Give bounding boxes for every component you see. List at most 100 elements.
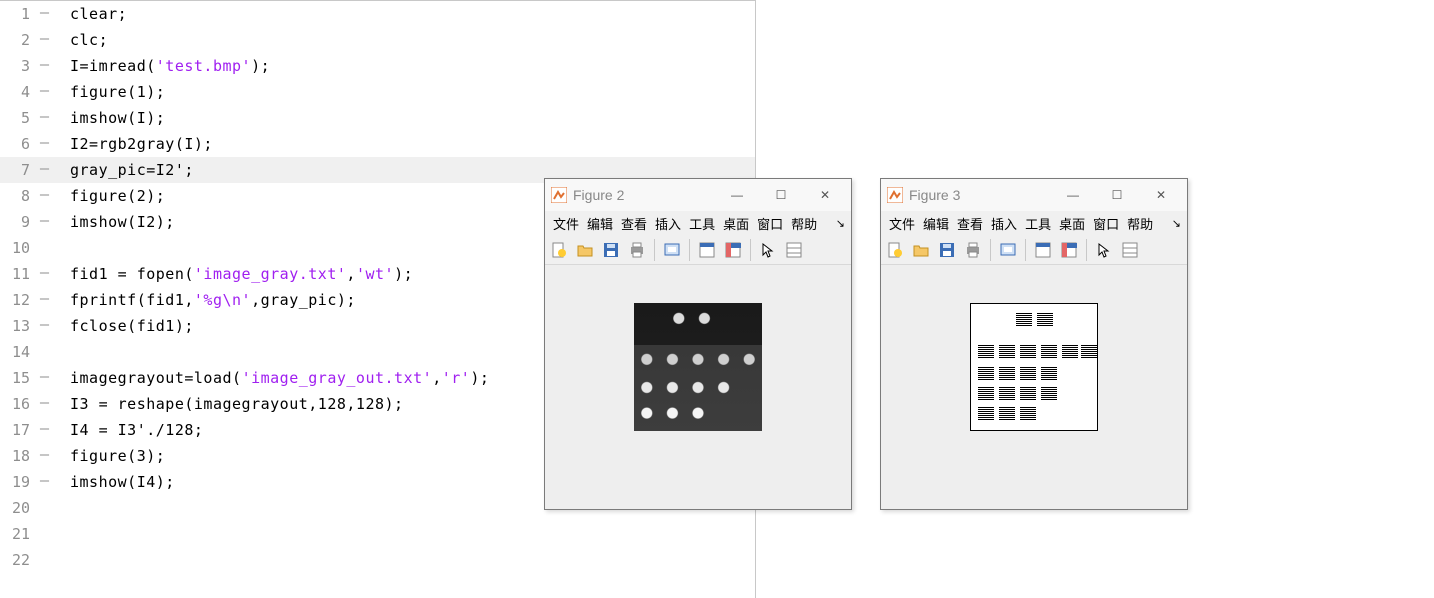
fold-dash-icon: — <box>34 391 70 417</box>
menu-file[interactable]: 文件 <box>549 214 583 233</box>
code-text[interactable]: imshow(I4); <box>70 469 175 495</box>
data-cursor-icon[interactable] <box>1118 238 1142 262</box>
code-line[interactable]: 2—clc; <box>0 27 755 53</box>
code-text[interactable]: imshow(I); <box>70 105 165 131</box>
menubar[interactable]: 文件 编辑 查看 插入 工具 桌面 窗口 帮助 ↘ <box>545 211 851 235</box>
maximize-button[interactable]: ☐ <box>1095 179 1139 211</box>
menu-help[interactable]: 帮助 <box>1123 214 1157 233</box>
menu-window[interactable]: 窗口 <box>1089 214 1123 233</box>
code-text[interactable]: figure(3); <box>70 443 165 469</box>
fold-dash-icon: — <box>34 157 70 183</box>
print-icon[interactable] <box>625 238 649 262</box>
code-text[interactable]: clc; <box>70 27 108 53</box>
menu-insert[interactable]: 插入 <box>987 214 1021 233</box>
maximize-button[interactable]: ☐ <box>759 179 803 211</box>
pointer-icon[interactable] <box>756 238 780 262</box>
code-text[interactable]: figure(1); <box>70 79 165 105</box>
dock-icon[interactable] <box>1031 238 1055 262</box>
new-file-icon[interactable] <box>547 238 571 262</box>
close-button[interactable]: ✕ <box>803 179 847 211</box>
code-text[interactable]: fprintf(fid1,'%g\n',gray_pic); <box>70 287 356 313</box>
code-line[interactable]: 3—I=imread('test.bmp'); <box>0 53 755 79</box>
code-text[interactable]: figure(2); <box>70 183 165 209</box>
image-feature <box>1062 344 1078 358</box>
line-number: 2 <box>0 27 34 53</box>
menu-overflow-icon[interactable]: ↘ <box>832 217 851 230</box>
minimize-button[interactable]: — <box>715 179 759 211</box>
menu-desktop[interactable]: 桌面 <box>719 214 753 233</box>
binary-image <box>970 303 1098 431</box>
panel-icon[interactable] <box>1057 238 1081 262</box>
code-line[interactable]: 6—I2=rgb2gray(I); <box>0 131 755 157</box>
image-feature <box>1037 312 1053 326</box>
code-line[interactable]: 1—clear; <box>0 1 755 27</box>
menu-tools[interactable]: 工具 <box>1021 214 1055 233</box>
code-line[interactable]: 22 <box>0 547 755 573</box>
figure-title: Figure 3 <box>909 187 1051 203</box>
matlab-figure-icon <box>551 187 567 203</box>
code-text[interactable]: imagegrayout=load('image_gray_out.txt','… <box>70 365 489 391</box>
menu-view[interactable]: 查看 <box>617 214 651 233</box>
menubar[interactable]: 文件 编辑 查看 插入 工具 桌面 窗口 帮助 ↘ <box>881 211 1187 235</box>
titlebar[interactable]: Figure 2 — ☐ ✕ <box>545 179 851 211</box>
image-feature <box>1041 344 1057 358</box>
fold-dash-icon: — <box>34 53 70 79</box>
pointer-icon[interactable] <box>1092 238 1116 262</box>
menu-edit[interactable]: 编辑 <box>919 214 953 233</box>
line-number: 20 <box>0 495 34 521</box>
fold-dash-icon: — <box>34 183 70 209</box>
open-folder-icon[interactable] <box>909 238 933 262</box>
menu-overflow-icon[interactable]: ↘ <box>1168 217 1187 230</box>
minimize-button[interactable]: — <box>1051 179 1095 211</box>
code-text[interactable]: imshow(I2); <box>70 209 175 235</box>
titlebar[interactable]: Figure 3 — ☐ ✕ <box>881 179 1187 211</box>
menu-insert[interactable]: 插入 <box>651 214 685 233</box>
figure-2-window[interactable]: Figure 2 — ☐ ✕ 文件 编辑 查看 插入 工具 桌面 窗口 帮助 ↘ <box>544 178 852 510</box>
line-number: 4 <box>0 79 34 105</box>
code-text[interactable]: I3 = reshape(imagegrayout,128,128); <box>70 391 404 417</box>
code-text[interactable]: clear; <box>70 1 127 27</box>
fold-dash-icon: — <box>34 79 70 105</box>
screenshot-icon[interactable] <box>660 238 684 262</box>
toolbar[interactable] <box>881 235 1187 265</box>
figure-3-window[interactable]: Figure 3 — ☐ ✕ 文件 编辑 查看 插入 工具 桌面 窗口 帮助 ↘ <box>880 178 1188 510</box>
line-number: 8 <box>0 183 34 209</box>
open-folder-icon[interactable] <box>573 238 597 262</box>
dock-icon[interactable] <box>695 238 719 262</box>
close-button[interactable]: ✕ <box>1139 179 1183 211</box>
image-feature <box>978 406 994 420</box>
line-number: 19 <box>0 469 34 495</box>
toolbar-separator <box>750 239 751 261</box>
save-icon[interactable] <box>599 238 623 262</box>
screenshot-icon[interactable] <box>996 238 1020 262</box>
figure-canvas <box>545 265 851 509</box>
menu-file[interactable]: 文件 <box>885 214 919 233</box>
line-number: 14 <box>0 339 34 365</box>
print-icon[interactable] <box>961 238 985 262</box>
menu-view[interactable]: 查看 <box>953 214 987 233</box>
toolbar-separator <box>654 239 655 261</box>
code-text[interactable]: fclose(fid1); <box>70 313 194 339</box>
image-feature <box>999 386 1015 400</box>
menu-help[interactable]: 帮助 <box>787 214 821 233</box>
code-line[interactable]: 5—imshow(I); <box>0 105 755 131</box>
save-icon[interactable] <box>935 238 959 262</box>
menu-edit[interactable]: 编辑 <box>583 214 617 233</box>
menu-desktop[interactable]: 桌面 <box>1055 214 1089 233</box>
code-text[interactable]: gray_pic=I2'; <box>70 157 194 183</box>
toolbar[interactable] <box>545 235 851 265</box>
line-number: 5 <box>0 105 34 131</box>
code-text[interactable]: I2=rgb2gray(I); <box>70 131 213 157</box>
menu-tools[interactable]: 工具 <box>685 214 719 233</box>
panel-icon[interactable] <box>721 238 745 262</box>
image-feature <box>1016 312 1032 326</box>
new-file-icon[interactable] <box>883 238 907 262</box>
line-number: 10 <box>0 235 34 261</box>
menu-window[interactable]: 窗口 <box>753 214 787 233</box>
code-text[interactable]: fid1 = fopen('image_gray.txt','wt'); <box>70 261 413 287</box>
data-cursor-icon[interactable] <box>782 238 806 262</box>
code-line[interactable]: 21 <box>0 521 755 547</box>
code-text[interactable]: I4 = I3'./128; <box>70 417 203 443</box>
code-text[interactable]: I=imread('test.bmp'); <box>70 53 270 79</box>
code-line[interactable]: 4—figure(1); <box>0 79 755 105</box>
